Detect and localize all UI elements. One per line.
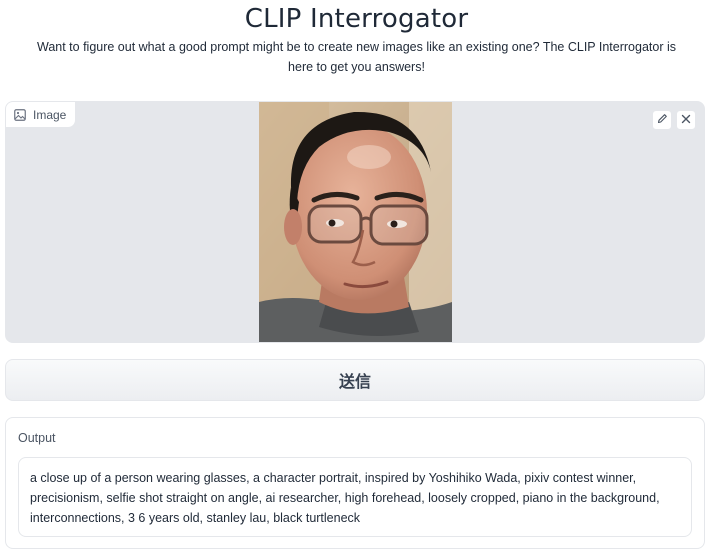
output-label: Output xyxy=(18,431,56,445)
submit-button[interactable]: 送信 xyxy=(5,359,705,401)
image-input-label-text: Image xyxy=(33,107,67,122)
uploaded-photo xyxy=(259,102,452,342)
image-icon xyxy=(14,108,26,121)
image-input-panel[interactable]: Image xyxy=(5,101,705,343)
clear-image-button[interactable] xyxy=(676,110,696,130)
pencil-icon xyxy=(657,111,668,129)
image-input-label: Image xyxy=(6,102,77,128)
output-textbox[interactable]: a close up of a person wearing glasses, … xyxy=(18,457,692,537)
output-panel: Output a close up of a person wearing gl… xyxy=(5,417,705,549)
edit-image-button[interactable] xyxy=(652,110,672,130)
page-title: CLIP Interrogator xyxy=(244,4,469,34)
page-description: Want to figure out what a good prompt mi… xyxy=(36,40,676,74)
close-icon xyxy=(681,111,691,129)
